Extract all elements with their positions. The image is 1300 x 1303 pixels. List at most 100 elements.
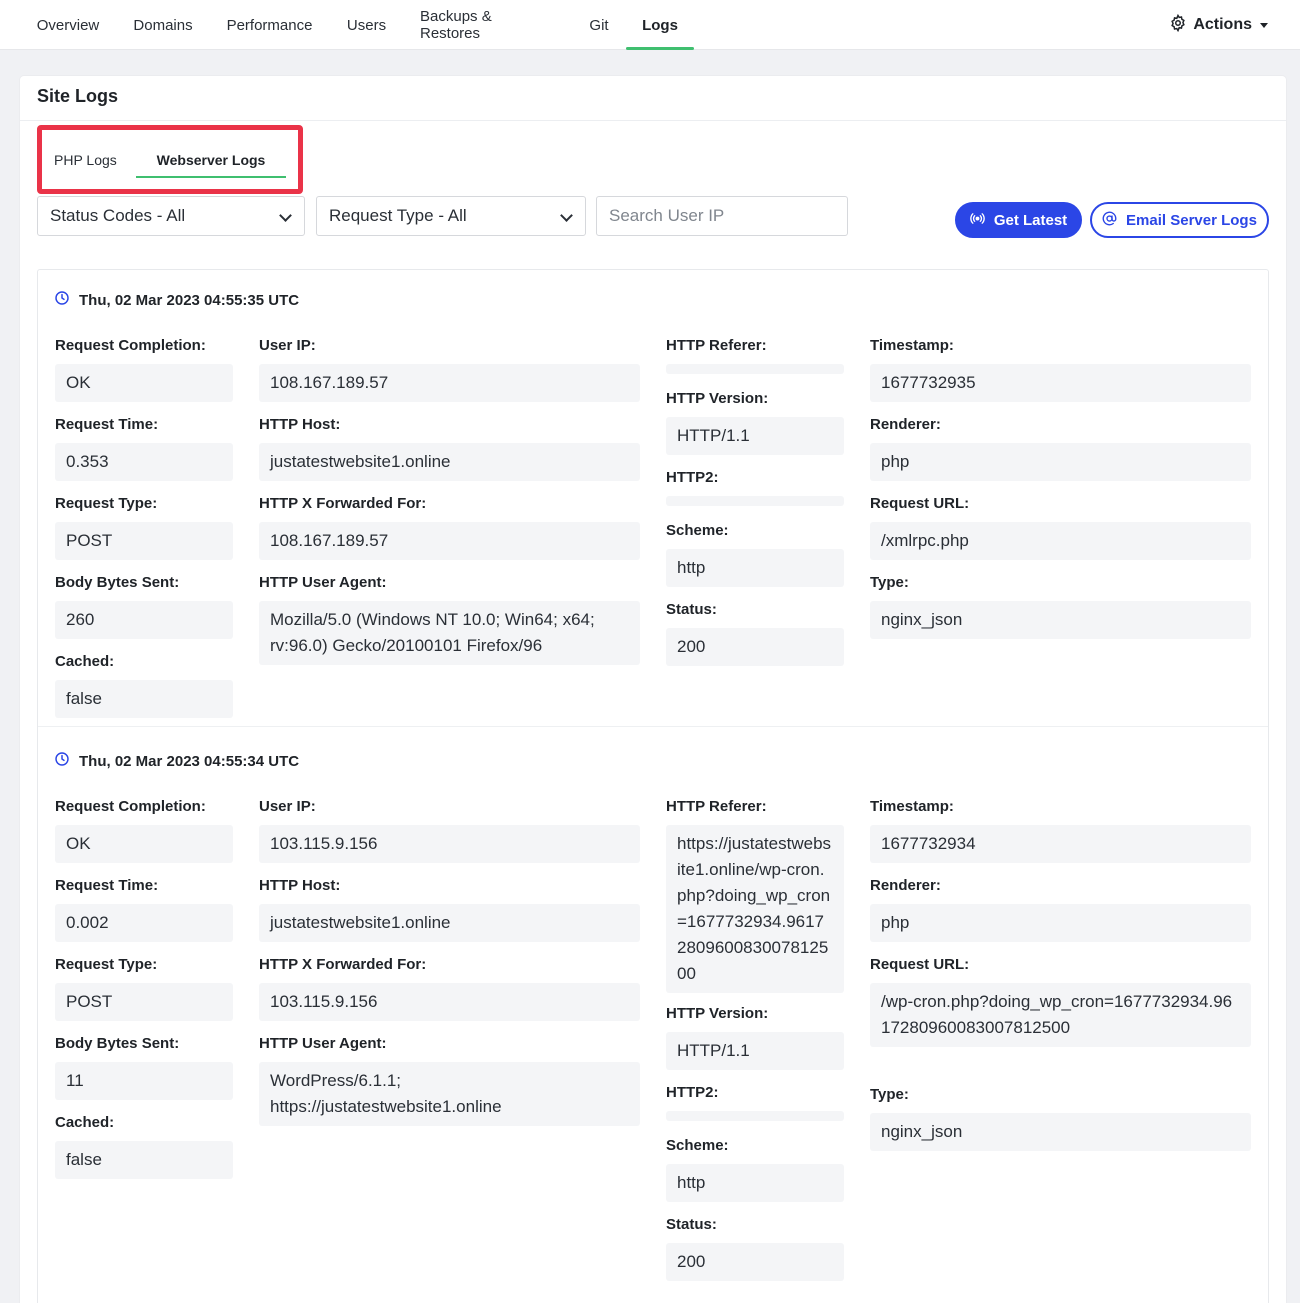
field-label: HTTP Referer: <box>666 337 767 354</box>
field-cached: Cached: false <box>55 1114 233 1179</box>
entry-divider <box>38 726 1268 727</box>
field-value: false <box>55 680 233 718</box>
entry-header: Thu, 02 Mar 2023 04:55:34 UTC <box>54 751 299 771</box>
field-label: HTTP Host: <box>259 416 341 433</box>
tab-users[interactable]: Users <box>347 0 386 50</box>
field-value: php <box>870 904 1251 942</box>
tab-logs[interactable]: Logs <box>626 0 694 50</box>
field-renderer: Renderer: php <box>870 877 1251 942</box>
field-request-type: Request Type: POST <box>55 495 233 560</box>
field-label: Scheme: <box>666 1137 729 1154</box>
field-label: Timestamp: <box>870 798 954 815</box>
field-value: php <box>870 443 1251 481</box>
field-http-user-agent: HTTP User Agent: WordPress/6.1.1; https:… <box>259 1035 640 1126</box>
field-http-version: HTTP Version: HTTP/1.1 <box>666 1005 844 1070</box>
field-value: 260 <box>55 601 233 639</box>
field-http-referer: HTTP Referer: <box>666 337 844 374</box>
chevron-down-icon <box>279 209 292 222</box>
status-codes-select[interactable]: Status Codes - All <box>37 196 305 236</box>
field-label: Body Bytes Sent: <box>55 1035 180 1052</box>
tab-overview[interactable]: Overview <box>37 0 100 50</box>
actions-menu-button[interactable]: Actions <box>1169 0 1268 50</box>
field-value: http <box>666 1164 844 1202</box>
field-http2: HTTP2: <box>666 1084 844 1121</box>
field-value: POST <box>55 983 233 1021</box>
chevron-down-icon <box>560 209 573 222</box>
field-request-time: Request Time: 0.353 <box>55 416 233 481</box>
field-scheme: Scheme: http <box>666 522 844 587</box>
field-label: Cached: <box>55 653 115 670</box>
email-server-logs-label: Email Server Logs <box>1126 211 1257 229</box>
field-http-user-agent: HTTP User Agent: Mozilla/5.0 (Windows NT… <box>259 574 640 665</box>
field-label: HTTP2: <box>666 1084 719 1101</box>
field-value: 1677732934 <box>870 825 1251 863</box>
field-type: Type: nginx_json <box>870 574 1251 639</box>
card-title: Site Logs <box>37 86 119 106</box>
field-label: HTTP Referer: <box>666 798 767 815</box>
get-latest-label: Get Latest <box>993 211 1068 229</box>
clock-icon <box>54 751 70 771</box>
tab-git[interactable]: Git <box>589 0 609 50</box>
field-value: nginx_json <box>870 601 1251 639</box>
card-divider <box>20 120 1286 121</box>
field-label: Request URL: <box>870 495 970 512</box>
tab-domains[interactable]: Domains <box>133 0 192 50</box>
field-value: HTTP/1.1 <box>666 417 844 455</box>
field-label: Request Completion: <box>55 337 206 354</box>
field-body-bytes-sent: Body Bytes Sent: 260 <box>55 574 233 639</box>
field-request-url: Request URL: /wp-cron.php?doing_wp_cron=… <box>870 956 1251 1047</box>
field-label: HTTP Host: <box>259 877 341 894</box>
field-value: http <box>666 549 844 587</box>
field-label: HTTP User Agent: <box>259 1035 387 1052</box>
tab-performance[interactable]: Performance <box>226 0 313 50</box>
field-value-empty <box>666 1111 844 1121</box>
field-cached: Cached: false <box>55 653 233 718</box>
search-user-ip-input[interactable] <box>596 196 848 236</box>
field-value-empty <box>666 364 844 374</box>
field-label: Renderer: <box>870 877 941 894</box>
field-value: 0.002 <box>55 904 233 942</box>
field-request-time: Request Time: 0.002 <box>55 877 233 942</box>
field-label: User IP: <box>259 798 316 815</box>
clock-icon <box>54 290 70 310</box>
field-label: HTTP Version: <box>666 390 769 407</box>
site-logs-card: Site Logs PHP Logs Webserver Logs Status… <box>20 76 1286 1303</box>
field-http-host: HTTP Host: justatestwebsite1.online <box>259 416 640 481</box>
field-value: 1677732935 <box>870 364 1251 402</box>
field-label: Status: <box>666 601 717 618</box>
tab-backups-restores[interactable]: Backups & Restores <box>420 0 555 50</box>
field-label: Timestamp: <box>870 337 954 354</box>
subtab-webserver-logs[interactable]: Webserver Logs <box>136 142 286 178</box>
field-value: justatestwebsite1.online <box>259 443 640 481</box>
subtab-php-logs[interactable]: PHP Logs <box>54 142 120 178</box>
field-label: Scheme: <box>666 522 729 539</box>
actions-label: Actions <box>1193 16 1252 33</box>
field-value: 0.353 <box>55 443 233 481</box>
field-http-x-forwarded-for: HTTP X Forwarded For: 103.115.9.156 <box>259 956 640 1021</box>
field-http2: HTTP2: <box>666 469 844 506</box>
field-label: HTTP User Agent: <box>259 574 387 591</box>
field-value: HTTP/1.1 <box>666 1032 844 1070</box>
field-status: Status: 200 <box>666 601 844 666</box>
get-latest-button[interactable]: Get Latest <box>955 202 1082 238</box>
entry-header: Thu, 02 Mar 2023 04:55:35 UTC <box>54 290 299 310</box>
field-value: OK <box>55 825 233 863</box>
field-value: /xmlrpc.php <box>870 522 1251 560</box>
email-server-logs-button[interactable]: Email Server Logs <box>1090 202 1269 238</box>
field-label: Request Time: <box>55 877 159 894</box>
field-user-ip: User IP: 103.115.9.156 <box>259 798 640 863</box>
field-value: justatestwebsite1.online <box>259 904 640 942</box>
field-value: /wp-cron.php?doing_wp_cron=1677732934.96… <box>870 983 1251 1047</box>
request-type-select[interactable]: Request Type - All <box>316 196 586 236</box>
field-label: Body Bytes Sent: <box>55 574 180 591</box>
field-value: https://justatestwebsite1.online/wp-cron… <box>666 825 844 993</box>
field-request-url: Request URL: /xmlrpc.php <box>870 495 1251 560</box>
field-value: Mozilla/5.0 (Windows NT 10.0; Win64; x64… <box>259 601 640 665</box>
field-value: OK <box>55 364 233 402</box>
field-timestamp: Timestamp: 1677732935 <box>870 337 1251 402</box>
field-label: Request Time: <box>55 416 159 433</box>
field-label: Status: <box>666 1216 717 1233</box>
field-label: Request Type: <box>55 495 158 512</box>
field-label: HTTP2: <box>666 469 719 486</box>
field-label: Type: <box>870 574 909 591</box>
